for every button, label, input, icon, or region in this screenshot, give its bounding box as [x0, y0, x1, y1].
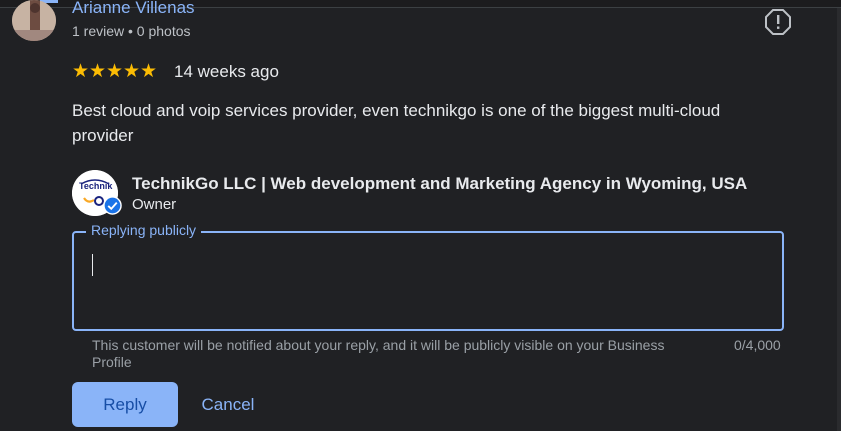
reviewer-avatar[interactable]	[12, 0, 56, 41]
reply-textarea[interactable]	[72, 231, 784, 331]
cancel-button[interactable]: Cancel	[186, 382, 270, 427]
reply-field-label: Replying publicly	[86, 221, 202, 239]
star-icon: ★	[89, 61, 107, 82]
reply-button[interactable]: Reply	[72, 382, 178, 427]
scrollbar[interactable]	[837, 8, 841, 431]
owner-business-name: TechnikGo LLC | Web development and Mark…	[132, 174, 748, 193]
text-caret	[92, 254, 93, 276]
reply-helper-text: This customer will be notified about you…	[92, 337, 665, 370]
review-text: Best cloud and voip services provider, e…	[72, 101, 721, 145]
review-time: 14 weeks ago	[174, 62, 279, 81]
reviewer-name[interactable]: Arianne Villenas	[72, 0, 195, 18]
owner-role: Owner	[132, 196, 177, 213]
owner-logo-text: Technik	[79, 181, 113, 191]
report-flag-icon[interactable]	[765, 9, 791, 35]
star-icon: ★	[72, 61, 90, 82]
star-icon: ★	[106, 61, 124, 82]
star-icon: ★	[123, 61, 141, 82]
character-counter: 0/4,000	[734, 337, 781, 353]
verified-check-icon	[103, 196, 122, 215]
star-icon: ★	[140, 61, 158, 82]
reviewer-photo	[12, 0, 56, 41]
reviewer-meta: 1 review • 0 photos	[72, 23, 191, 39]
star-rating: ★★★★★	[72, 61, 157, 83]
